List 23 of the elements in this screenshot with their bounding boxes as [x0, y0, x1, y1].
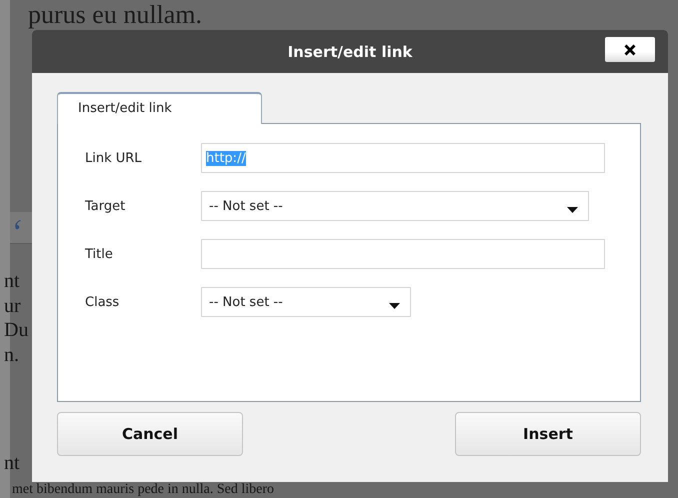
page-text: n.	[4, 344, 20, 366]
page-text: Du	[4, 319, 30, 341]
dialog-title: Insert/edit link	[288, 42, 412, 60]
field-label: Title	[85, 246, 114, 262]
dropdown[interactable]: -- Not set --	[201, 191, 589, 221]
tab[interactable]: Insert/edit link	[57, 92, 262, 124]
close-button[interactable]	[605, 37, 655, 62]
page-text: met bibendum mauris pede in nulla. Sed libero	[12, 482, 274, 498]
dialog-button[interactable]: Insert	[455, 412, 641, 456]
page-text: nt	[4, 452, 21, 474]
dialog-button[interactable]: Cancel	[57, 412, 243, 456]
page-heading: purus eu nullam.	[28, 1, 202, 29]
page-text: nt	[4, 270, 21, 292]
dropdown[interactable]: -- Not set --	[201, 287, 411, 317]
field-label: Target	[85, 198, 126, 214]
text-field[interactable]	[201, 239, 605, 269]
quote-icon[interactable]	[14, 220, 22, 230]
field-label: Link URL	[85, 150, 143, 166]
page-text: ur	[4, 295, 22, 317]
caret-icon	[567, 207, 578, 213]
close-icon	[624, 44, 636, 56]
field-label: Class	[85, 294, 120, 310]
caret-icon	[389, 303, 400, 309]
